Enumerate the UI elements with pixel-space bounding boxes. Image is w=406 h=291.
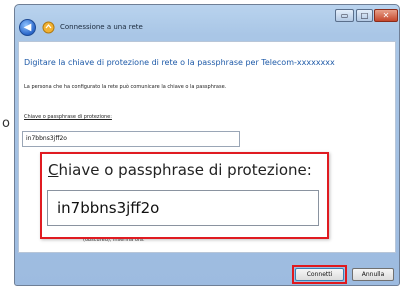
window-title: Connessione a una rete bbox=[60, 23, 143, 31]
back-arrow-icon[interactable]: ◀ bbox=[19, 19, 36, 36]
close-button[interactable]: ✕ bbox=[374, 9, 398, 22]
key-field-label: Chiave o passphrase di protezione: bbox=[24, 114, 112, 120]
zoom-key-input[interactable]: in7bbns3jff2o bbox=[47, 190, 319, 226]
minimize-button[interactable]: ▭ bbox=[335, 9, 354, 22]
zoom-key-label: Chiave o passphrase di protezione: bbox=[48, 161, 312, 179]
title-bar: ◀ Connessione a una rete ▭ □ ✕ bbox=[15, 5, 399, 41]
stray-character: o bbox=[2, 116, 10, 131]
zoom-label-rest: hiave o passphrase di protezione: bbox=[58, 161, 312, 179]
key-input-field[interactable]: in7bbns3jff2o bbox=[22, 131, 240, 147]
zoom-label-accesskey: C bbox=[48, 161, 59, 179]
cancel-button[interactable]: Annulla bbox=[352, 268, 394, 281]
connect-button[interactable]: Connetti bbox=[295, 268, 344, 281]
dialog-description: La persona che ha configurato la rete pu… bbox=[24, 84, 227, 90]
wireless-network-icon bbox=[42, 21, 55, 34]
dialog-heading: Digitare la chiave di protezione di rete… bbox=[24, 58, 335, 67]
maximize-button[interactable]: □ bbox=[356, 9, 373, 22]
